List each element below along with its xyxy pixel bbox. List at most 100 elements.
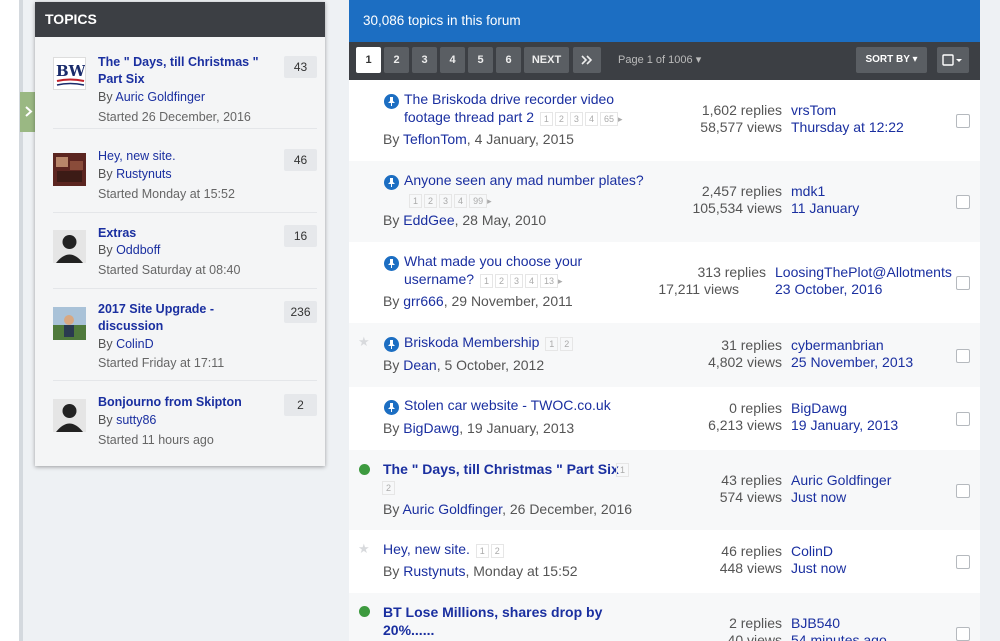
topic-select-checkbox[interactable]	[956, 114, 970, 128]
topic-select-checkbox[interactable]	[956, 484, 970, 498]
sidebar-topic-title[interactable]: The " Days, till Christmas " Part Six	[98, 54, 278, 88]
mini-page-link[interactable]: 1	[545, 337, 559, 351]
mini-page-link[interactable]: 4	[454, 194, 468, 208]
topic-select-checkbox[interactable]	[956, 195, 970, 209]
mini-page-link[interactable]: 2	[560, 337, 574, 351]
topic-title-link[interactable]: 20%......	[383, 621, 434, 639]
mini-page-link[interactable]: 2	[424, 194, 438, 208]
author-link[interactable]: Oddboff	[116, 243, 160, 257]
mini-page-link[interactable]: 2	[382, 481, 396, 495]
last-poster-link[interactable]: BigDawg	[791, 400, 847, 417]
topic-select-checkbox[interactable]	[956, 276, 970, 290]
topic-title-link[interactable]: username?	[404, 271, 474, 287]
topic-title-link[interactable]: Briskoda Membership	[404, 334, 539, 350]
page-2-button[interactable]: 2	[384, 47, 409, 73]
mini-page-link[interactable]: 1	[616, 463, 630, 477]
mini-page-link[interactable]: 4	[524, 274, 538, 288]
author-link[interactable]: sutty86	[116, 413, 156, 427]
last-post-date-link[interactable]: Just now	[791, 489, 846, 506]
topic-select-checkbox[interactable]	[956, 555, 970, 569]
author-link[interactable]: Dean	[403, 357, 436, 373]
last-post-date-link[interactable]: 25 November, 2013	[791, 354, 913, 371]
sidebar-topic-title[interactable]: Extras	[98, 225, 278, 242]
last-post-date-link[interactable]: 23 October, 2016	[775, 281, 882, 298]
sidebar-topic-title[interactable]: Bonjourno from Skipton	[98, 394, 278, 411]
topic-select-checkbox[interactable]	[956, 412, 970, 426]
by-label: By	[98, 243, 113, 257]
last-post-date-link[interactable]: Just now	[791, 560, 846, 577]
page-6-button[interactable]: 6	[496, 47, 521, 73]
page-1-button[interactable]: 1	[356, 47, 381, 73]
author-link[interactable]: BigDawg	[403, 420, 459, 436]
topic-select-checkbox[interactable]	[956, 627, 970, 641]
author-link[interactable]: Auric Goldfinger	[115, 90, 205, 104]
view-count: 4,802 views	[708, 354, 782, 370]
topic-title-link[interactable]: BT Lose Millions, shares drop by	[383, 603, 602, 621]
mini-page-link[interactable]: 65	[599, 112, 618, 126]
mini-page-link[interactable]: 2	[494, 274, 508, 288]
last-poster-link[interactable]: LoosingThePlot@Allotments	[775, 264, 952, 281]
last-poster-link[interactable]: mdk1	[791, 183, 825, 200]
topic-title-link[interactable]: The Briskoda drive recorder video	[404, 90, 614, 108]
mini-page-link[interactable]: 3	[569, 112, 583, 126]
topic-select-checkbox[interactable]	[956, 349, 970, 363]
topic-title-link[interactable]: Hey, new site.	[383, 541, 470, 557]
page-jump-dropdown[interactable]: Page 1 of 1006 ▾	[618, 47, 701, 73]
mini-page-link[interactable]: 2	[490, 544, 504, 558]
mini-page-link[interactable]: 4	[584, 112, 598, 126]
author-link[interactable]: Rustynuts	[116, 167, 172, 181]
sidebar-topic-item: BW The " Days, till Christmas " Part Six…	[35, 37, 325, 137]
last-poster-link[interactable]: cybermanbrian	[791, 337, 884, 354]
last-page-button[interactable]	[573, 47, 601, 73]
mini-page-link[interactable]: 2	[554, 112, 568, 126]
avatar[interactable]	[53, 230, 86, 263]
last-post-date-link[interactable]: 19 January, 2013	[791, 417, 898, 434]
mini-page-link[interactable]: 1	[539, 112, 553, 126]
pin-icon	[384, 94, 399, 109]
author-link[interactable]: Auric Goldfinger	[402, 501, 502, 517]
sidebar-topic-title[interactable]: 2017 Site Upgrade - discussion	[98, 301, 278, 335]
avatar[interactable]: BW	[53, 57, 86, 90]
select-all-toggle[interactable]	[937, 47, 969, 73]
sidebar-topic-title[interactable]: Hey, new site.	[98, 148, 278, 165]
unread-indicator-icon[interactable]	[359, 464, 370, 475]
next-page-button[interactable]: NEXT	[524, 47, 569, 73]
page-5-button[interactable]: 5	[468, 47, 493, 73]
last-poster-link[interactable]: BJB540	[791, 615, 840, 632]
topic-title-line2: 1 2 3 4 99 ▸	[407, 190, 492, 210]
last-poster-link[interactable]: ColinD	[791, 543, 833, 560]
unread-indicator-icon[interactable]	[359, 606, 370, 617]
mini-page-link[interactable]: 3	[439, 194, 453, 208]
author-link[interactable]: EddGee	[403, 212, 454, 228]
avatar[interactable]	[53, 153, 86, 186]
last-poster-link[interactable]: Auric Goldfinger	[791, 472, 891, 489]
author-link[interactable]: grr666	[403, 293, 443, 309]
by-label: By	[98, 90, 113, 104]
mini-page-link[interactable]: 3	[509, 274, 523, 288]
topic-title-link[interactable]: The " Days, till Christmas " Part Six	[383, 460, 619, 478]
page-4-button[interactable]: 4	[440, 47, 465, 73]
topic-title-link[interactable]: footage thread part 2	[404, 109, 534, 125]
last-poster-link[interactable]: vrsTom	[791, 102, 836, 119]
avatar[interactable]	[53, 307, 86, 340]
view-count: 6,213 views	[708, 417, 782, 433]
topic-title-link[interactable]: What made you choose your	[404, 252, 582, 270]
sidebar-title: TOPICS	[35, 2, 325, 37]
mini-page-link[interactable]: 1	[409, 194, 423, 208]
mini-page-link[interactable]: 13	[540, 274, 559, 288]
page-3-button[interactable]: 3	[412, 47, 437, 73]
author-link[interactable]: Rustynuts	[403, 563, 465, 579]
last-post-date-link[interactable]: Thursday at 12:22	[791, 119, 904, 136]
mini-page-link[interactable]: 1	[479, 274, 493, 288]
view-count: 17,211 views	[658, 281, 739, 297]
author-link[interactable]: ColinD	[116, 337, 154, 351]
sort-by-button[interactable]: SORT BY ▾	[856, 47, 927, 73]
author-link[interactable]: TeflonTom	[403, 131, 467, 147]
topic-title-link[interactable]: Anyone seen any mad number plates?	[404, 171, 644, 189]
last-post-date-link[interactable]: 11 January	[791, 200, 859, 217]
mini-page-link[interactable]: 1	[475, 544, 489, 558]
avatar[interactable]	[53, 399, 86, 432]
mini-page-link[interactable]: 99	[469, 194, 488, 208]
topic-title-link[interactable]: Stolen car website - TWOC.co.uk	[404, 396, 611, 414]
last-post-date-link[interactable]: 54 minutes ago	[791, 632, 887, 641]
